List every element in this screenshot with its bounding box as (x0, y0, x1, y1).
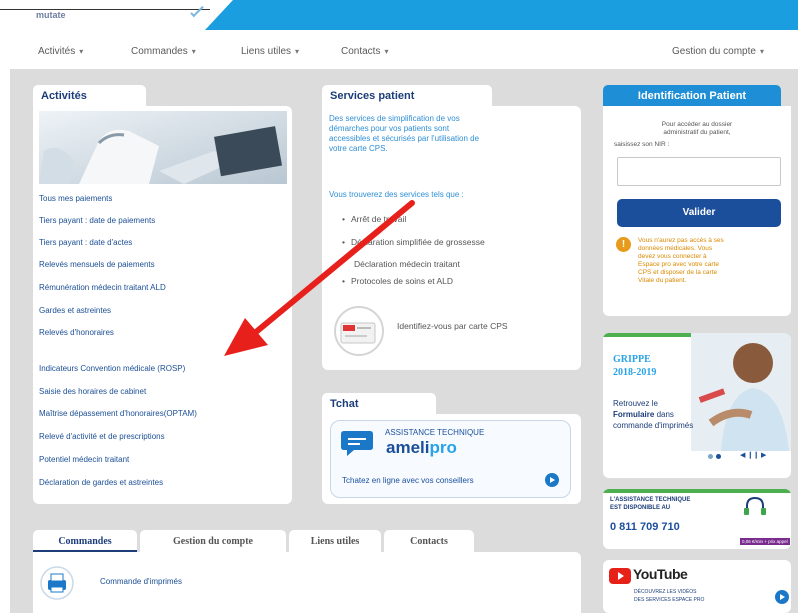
identification-help: Pour accéder au dossier (661, 121, 733, 128)
services-list-intro: Vous trouverez des services tels que : (329, 190, 464, 199)
warning-text-line: données médicales. Vous (638, 245, 713, 252)
top-header: mutate (0, 0, 798, 34)
chevron-down-icon: ▾ (79, 47, 84, 56)
vaccination-photo (691, 333, 791, 451)
play-icon[interactable] (545, 473, 559, 487)
assistance-line1: L'ASSISTANCE TECHNIQUE (610, 497, 691, 503)
carousel-controls[interactable]: ◀ ❙❙ ▶ (740, 451, 766, 459)
nav-account[interactable]: Gestion du compte ▾ (672, 46, 764, 57)
tab-commandes[interactable]: Commandes (33, 530, 137, 552)
list-item[interactable]: Rémunération médecin traitant ALD (39, 283, 166, 292)
carousel-dot[interactable] (708, 454, 713, 459)
list-item[interactable]: Tous mes paiements (39, 194, 112, 203)
services-intro-line: accessibles et sécurisés par l'utilisati… (329, 134, 480, 143)
youtube-line2: DES SERVICES ESPACE PRO (634, 597, 705, 603)
grippe-season: 2018-2019 (613, 367, 657, 378)
tab-tchat: Tchat (322, 393, 436, 415)
tab-liens-utiles[interactable]: Liens utiles (289, 530, 381, 552)
list-item[interactable]: • Protocoles de soins et ALD (342, 276, 453, 286)
youtube-icon (609, 568, 631, 584)
nir-label: saisissez son NIR : (614, 141, 670, 148)
nir-input[interactable] (617, 157, 781, 186)
chevron-down-icon: ▾ (295, 47, 300, 56)
tab-services-patient: Services patient (322, 85, 492, 107)
list-item[interactable]: Gardes et astreintes (39, 306, 111, 315)
chevron-down-icon: ▾ (384, 47, 389, 56)
identification-help: administratif du patient, (663, 129, 731, 136)
tchat-banner-title: ASSISTANCE TECHNIQUE (385, 428, 485, 437)
tab-gestion-compte[interactable]: Gestion du compte (140, 530, 286, 552)
tab-contacts[interactable]: Contacts (384, 530, 474, 552)
list-item[interactable]: Déclaration médecin traitant (354, 259, 460, 269)
validate-button[interactable]: Valider (617, 199, 781, 227)
list-item[interactable]: Tiers payant : date d'actes (39, 238, 132, 247)
youtube-card[interactable] (603, 560, 791, 613)
list-item[interactable]: Tiers payant : date de paiements (39, 216, 155, 225)
card-accent (603, 489, 791, 493)
chevron-down-icon: ▾ (759, 47, 764, 56)
main-nav: Activités ▾ Commandes ▾ Liens utiles ▾ Cont… (0, 35, 798, 68)
list-item[interactable]: Déclaration de gardes et astreintes (39, 478, 163, 487)
list-item[interactable]: Relevés d'honoraires (39, 328, 114, 337)
list-item[interactable]: Maîtrise dépassement d'honoraires(OPTAM) (39, 409, 197, 418)
services-intro-line: votre carte CPS. (329, 144, 388, 153)
nav-activites[interactable]: Activités ▾ (38, 46, 83, 57)
check-icon (190, 3, 204, 18)
tab-activites: Activités (33, 85, 146, 107)
ameli-pro-logo: amelipro (386, 438, 457, 457)
list-item[interactable]: Indicateurs Convention médicale (ROSP) (39, 364, 185, 373)
warning-text-line: CPS et disposer de la carte (638, 269, 718, 276)
grippe-text: Retrouvez le (613, 399, 658, 408)
assistance-price: 0,06 €/min + prix appel (740, 538, 790, 545)
brand-name[interactable]: mutate (36, 10, 66, 20)
grippe-text: Formulaire dans (613, 410, 674, 419)
assistance-line2: EST DISPONIBLE AU (610, 505, 671, 511)
youtube-line1: DÉCOUVREZ LES VIDÉOS (634, 589, 697, 595)
services-intro-line: Des services de simplification de vos (329, 114, 460, 123)
warning-text-line: Espace pro avec votre carte (638, 261, 719, 268)
list-item[interactable]: Potentiel médecin traitant (39, 455, 129, 464)
chevron-down-icon: ▾ (191, 47, 196, 56)
carousel-dot-active[interactable] (716, 454, 721, 459)
assistance-phone: 0 811 709 710 (610, 521, 680, 533)
doctor-photo (39, 111, 287, 184)
services-intro-line: démarches pour vos patients sont (329, 124, 450, 133)
list-item[interactable]: Relevé d'activité et de prescriptions (39, 432, 165, 441)
list-item[interactable]: Relevés mensuels de paiements (39, 260, 155, 269)
play-icon[interactable] (775, 590, 789, 604)
warning-text-line: Vitale du patient. (638, 277, 687, 284)
chat-bubble-icon (341, 431, 373, 456)
headset-icon (744, 496, 766, 515)
list-item[interactable]: • Arrêt de travail (342, 214, 406, 224)
cps-card-icon (334, 306, 384, 356)
cps-login-link[interactable]: Identifiez-vous par carte CPS (397, 321, 508, 331)
nav-contacts[interactable]: Contacts ▾ (341, 46, 388, 57)
commande-imprimes-link[interactable]: Commande d'imprimés (100, 577, 182, 586)
nav-liens-utiles[interactable]: Liens utiles ▾ (241, 46, 299, 57)
tab-identification-patient: Identification Patient (603, 85, 781, 107)
grippe-title: GRIPPE (613, 354, 651, 365)
warning-text-line: Vous n'aurez pas accès à ses (638, 237, 724, 244)
warning-icon: ! (616, 237, 631, 252)
header-rule (0, 9, 210, 10)
warning-text-line: devez vous connecter à (638, 253, 707, 260)
grippe-text: commande d'imprimés (613, 421, 694, 430)
header-blue-band (205, 0, 798, 30)
nav-commandes[interactable]: Commandes ▾ (131, 46, 196, 57)
tchat-banner-text: Tchatez en ligne avec vos conseillers (342, 476, 474, 485)
youtube-brand: YouTube (633, 566, 688, 582)
list-item[interactable]: • Déclaration simplifiée de grossesse (342, 237, 485, 247)
print-order-icon (40, 566, 74, 600)
list-item[interactable]: Saisie des horaires de cabinet (39, 387, 146, 396)
